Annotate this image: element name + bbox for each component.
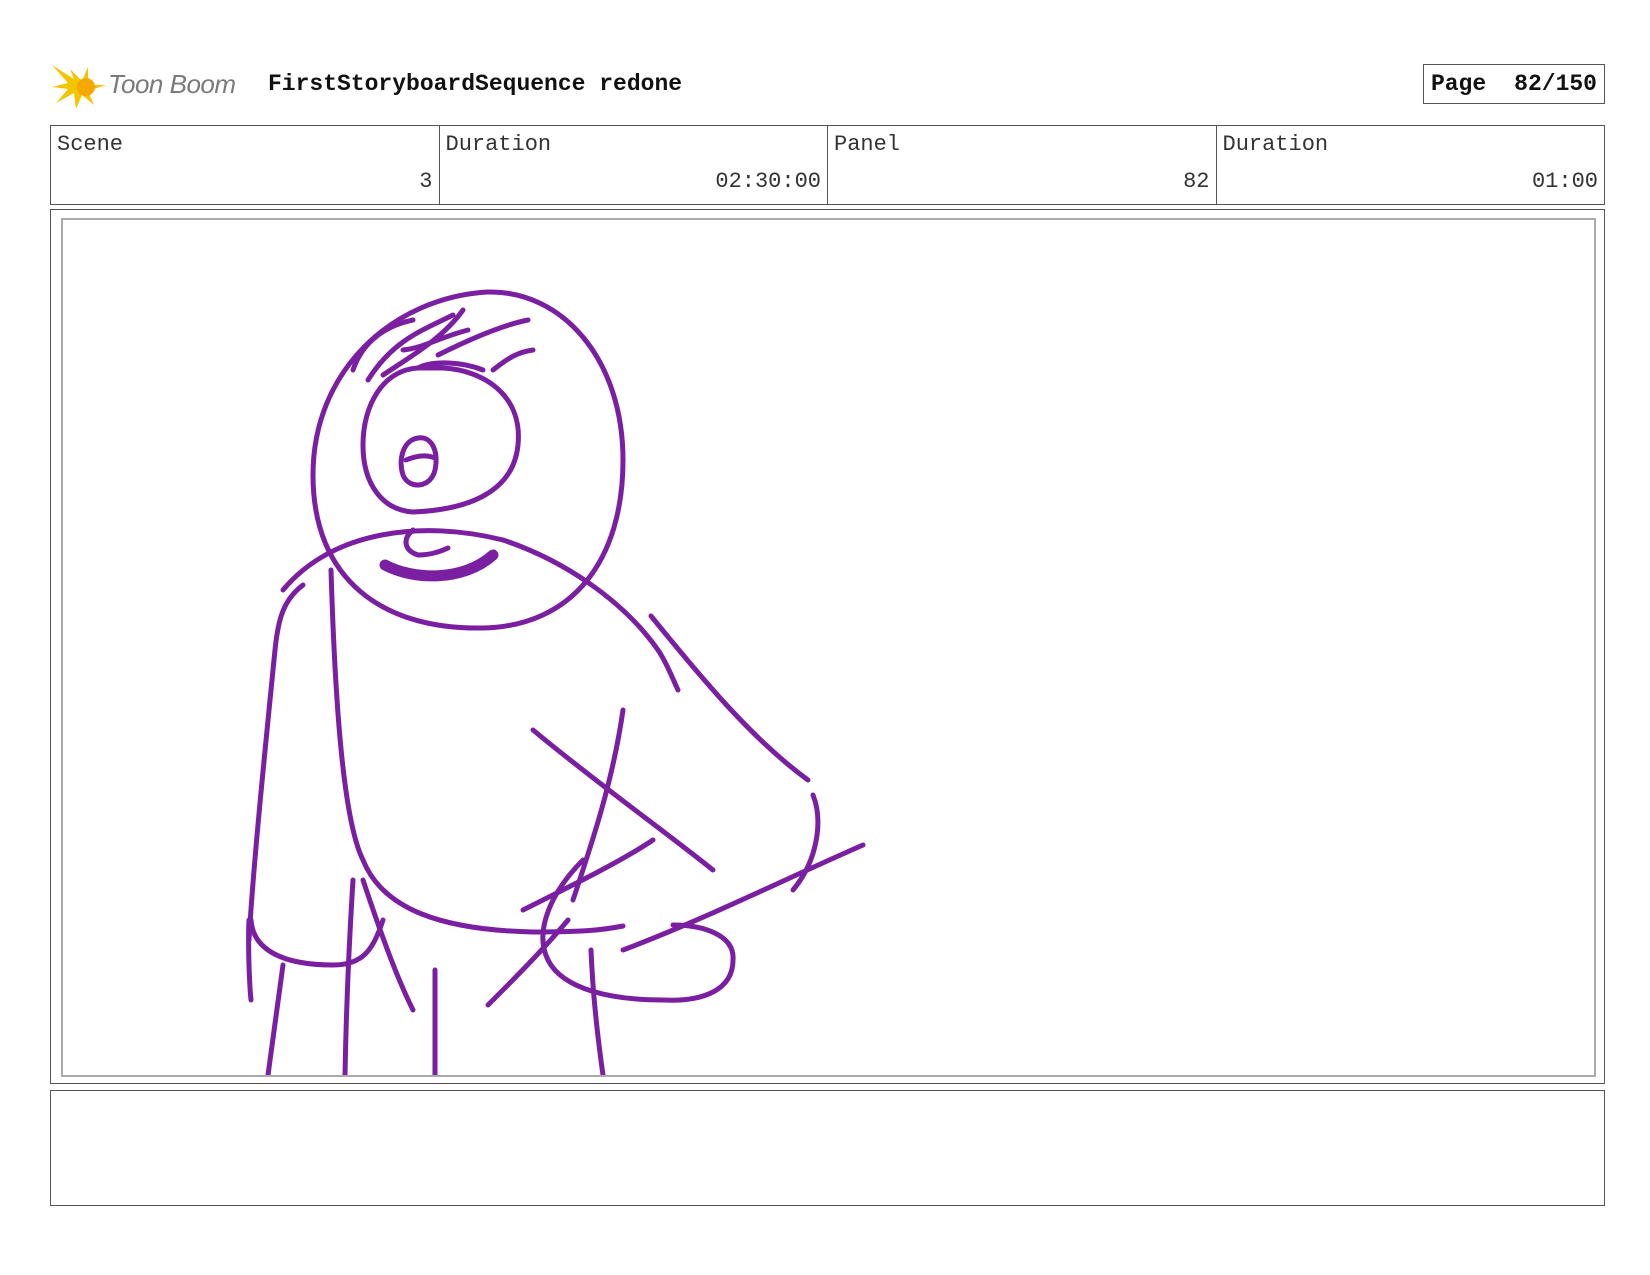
scene-value: 3 bbox=[419, 169, 433, 194]
panel-duration-value: 01:00 bbox=[1531, 169, 1598, 194]
page-indicator: Page 82/150 bbox=[1422, 64, 1605, 104]
panel-label: Panel bbox=[834, 132, 901, 157]
panel-duration-cell: Duration 01:00 bbox=[1217, 126, 1605, 204]
panel-info-table: Scene 3 Duration 02:30:00 Panel 82 Durat… bbox=[50, 125, 1605, 205]
document-title: FirstStoryboardSequence redone bbox=[268, 71, 683, 97]
toon-boom-logo: Toon Boom bbox=[50, 59, 250, 111]
scene-cell: Scene 3 bbox=[51, 126, 440, 204]
scene-label: Scene bbox=[57, 132, 124, 157]
scene-duration-cell: Duration 02:30:00 bbox=[440, 126, 828, 204]
logo-text: Toon Boom bbox=[108, 69, 236, 99]
page-label: Page bbox=[1430, 71, 1487, 97]
page-number: 82/150 bbox=[1514, 71, 1597, 97]
storyboard-panel-frame bbox=[50, 209, 1605, 1084]
scene-duration-label: Duration bbox=[445, 132, 552, 157]
page-header: Toon Boom FirstStoryboardSequence redone… bbox=[50, 55, 1605, 115]
scene-duration-value: 02:30:00 bbox=[715, 169, 821, 194]
toon-boom-star-icon bbox=[52, 65, 106, 109]
panel-duration-label: Duration bbox=[1222, 132, 1329, 157]
panel-value: 82 bbox=[1183, 169, 1210, 194]
storyboard-panel-image bbox=[61, 218, 1596, 1077]
panel-notes-box bbox=[50, 1090, 1605, 1206]
panel-cell: Panel 82 bbox=[828, 126, 1217, 204]
character-sketch bbox=[246, 289, 866, 1075]
